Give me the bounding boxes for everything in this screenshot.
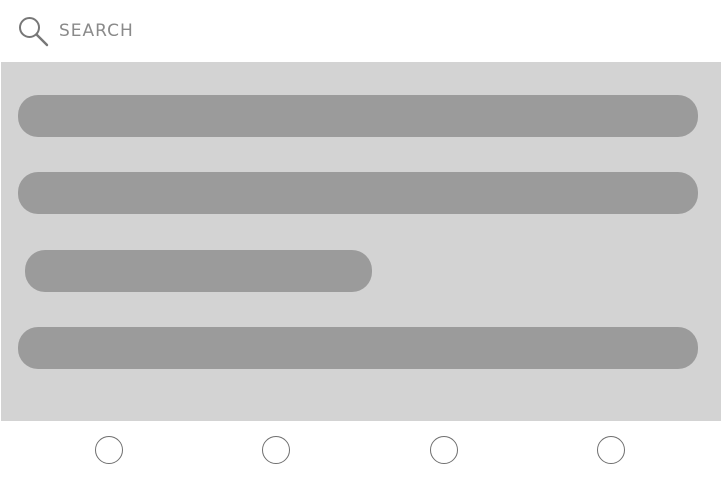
placeholder-bar xyxy=(18,95,698,137)
content-panel xyxy=(1,62,721,421)
bottom-nav xyxy=(0,421,721,481)
search-icon[interactable] xyxy=(17,15,49,47)
nav-item-2-circle-icon[interactable] xyxy=(262,436,290,464)
placeholder-bar xyxy=(25,250,372,292)
search-bar xyxy=(0,0,721,62)
placeholder-bar xyxy=(18,172,698,214)
search-input[interactable] xyxy=(59,16,659,46)
nav-item-3-circle-icon[interactable] xyxy=(430,436,458,464)
app-screen xyxy=(0,0,721,481)
placeholder-bar xyxy=(18,327,698,369)
nav-item-1-circle-icon[interactable] xyxy=(95,436,123,464)
nav-item-4-circle-icon[interactable] xyxy=(597,436,625,464)
